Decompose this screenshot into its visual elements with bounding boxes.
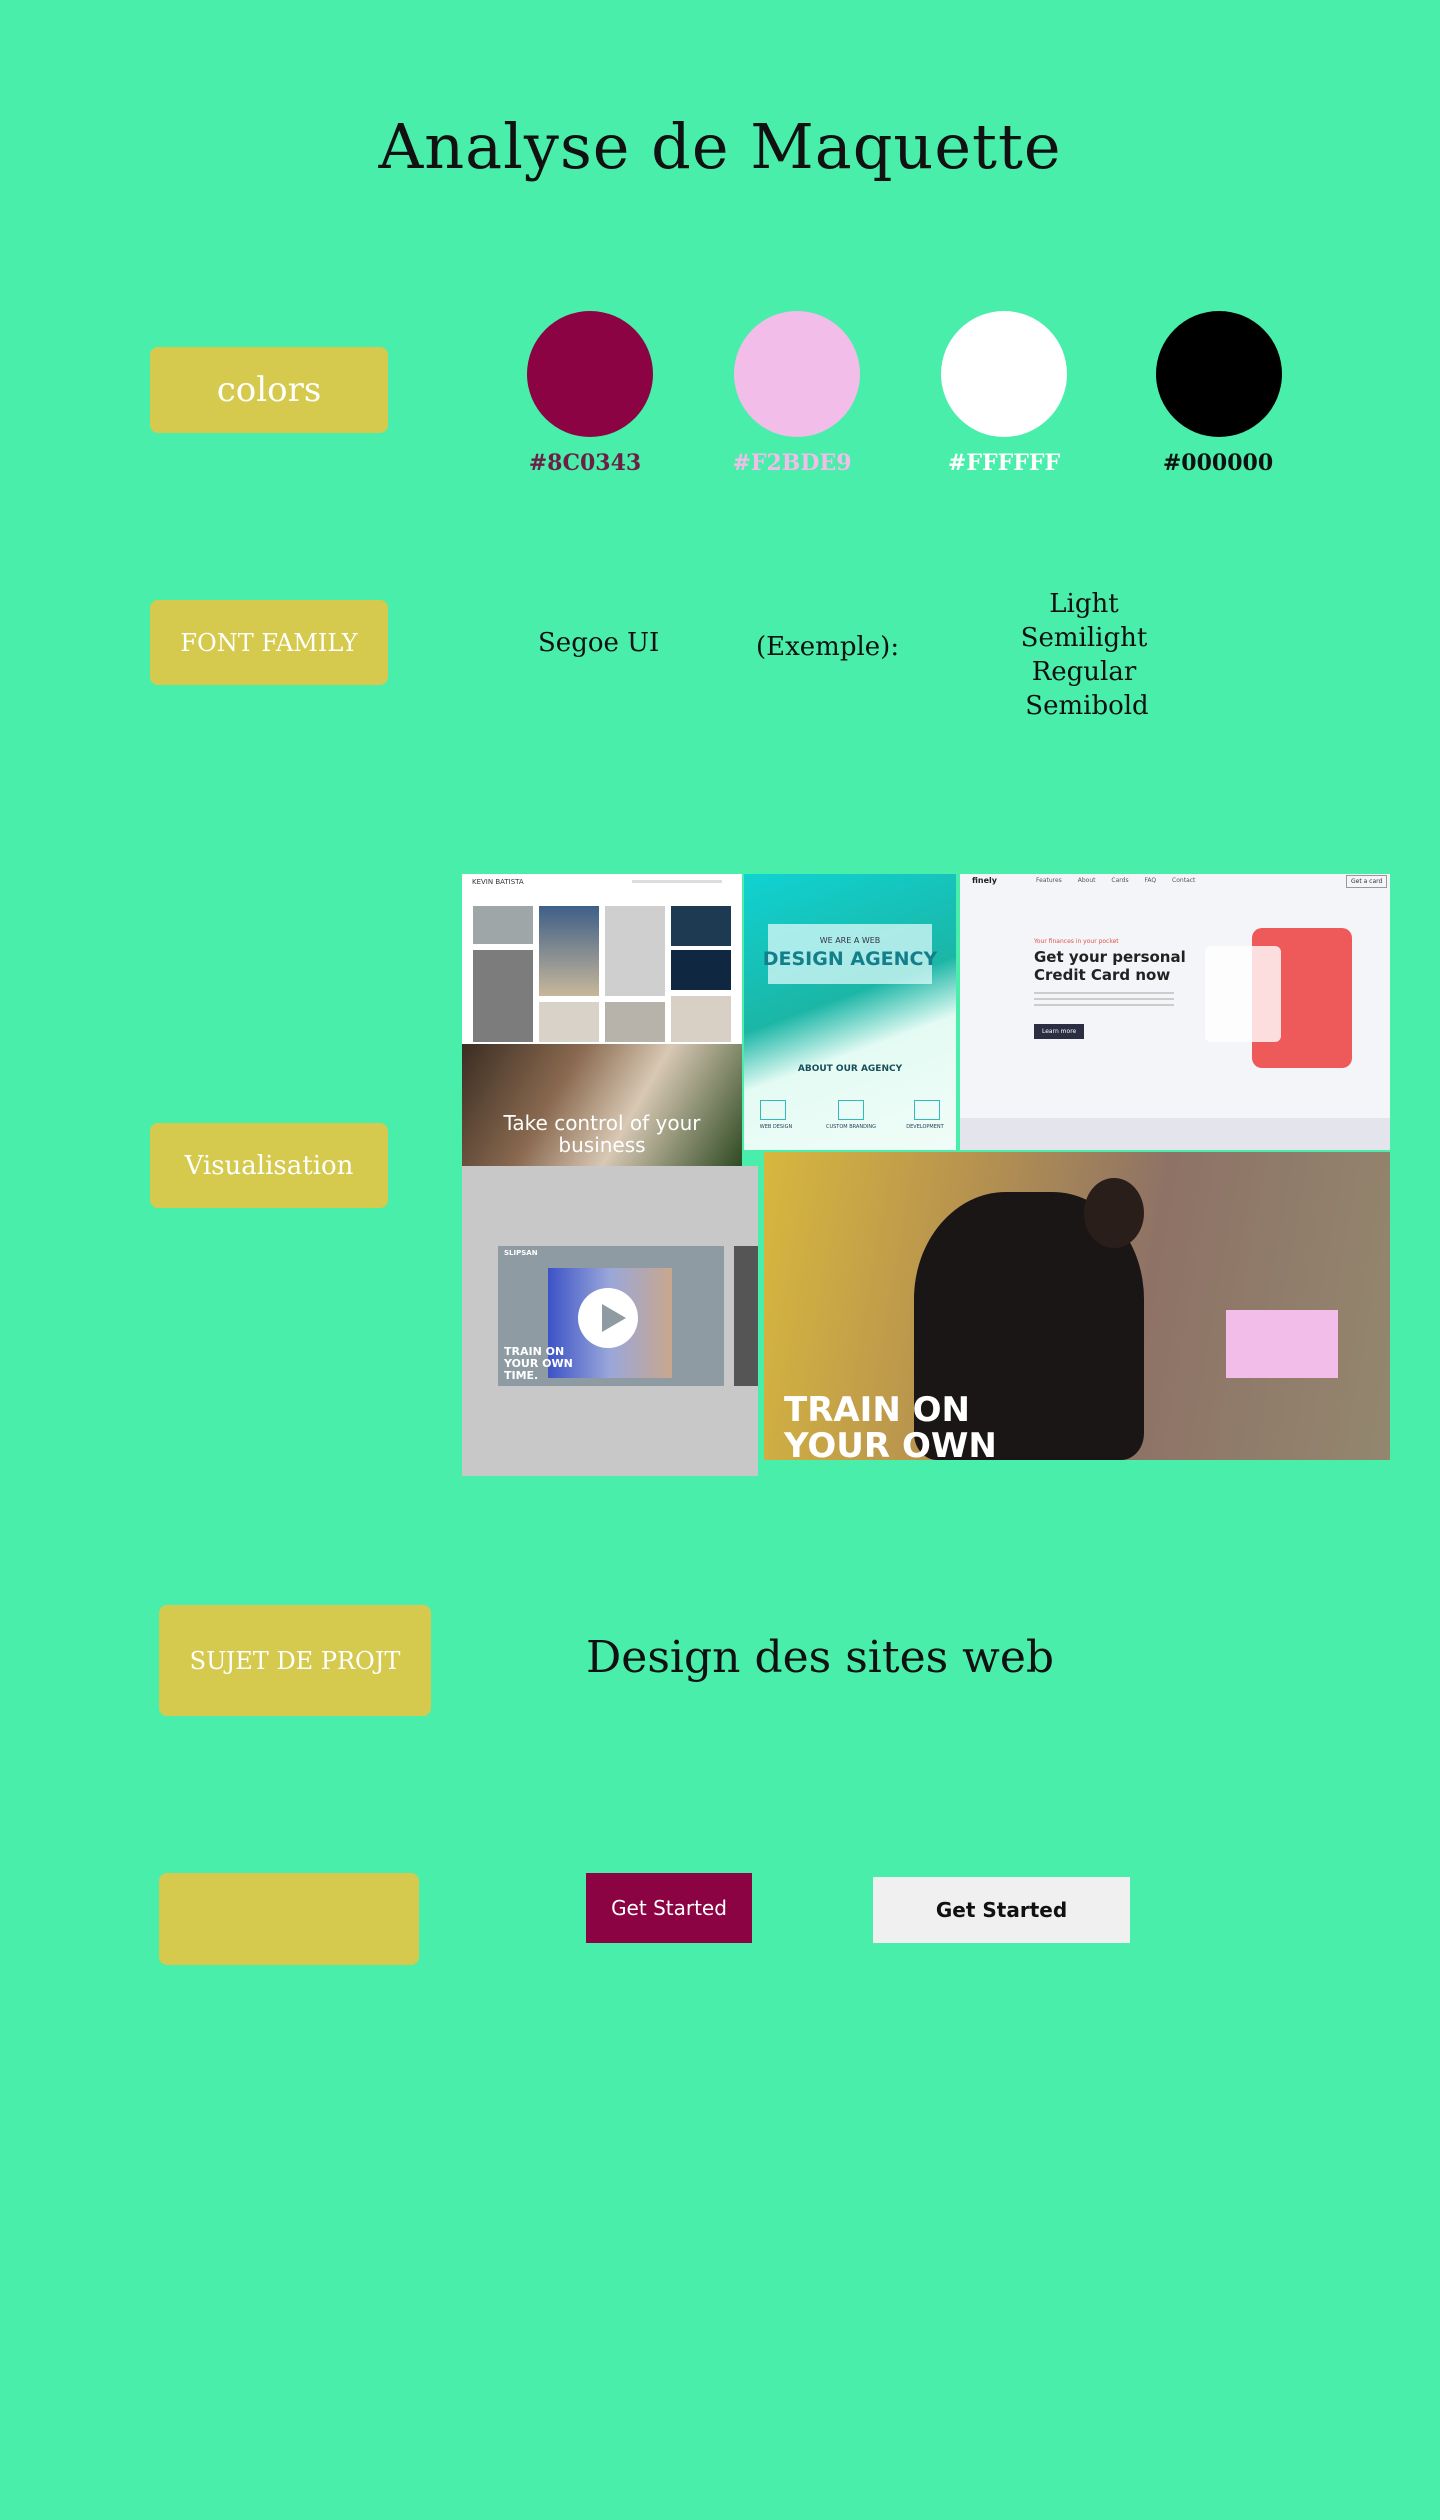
agency-service: DEVELOPMENT: [906, 1124, 944, 1130]
portfolio-screenshot: KEVIN BATISTA Take control of your busin…: [462, 874, 742, 1166]
finely-body: [1034, 992, 1174, 1010]
font-weight-semilight: Semilight: [1020, 623, 1148, 653]
hex-label-burgundy: #8C0343: [528, 450, 642, 476]
hex-label-white: #FFFFFF: [947, 450, 1061, 476]
font-weight-regular: Regular: [1031, 657, 1137, 687]
finely-cta[interactable]: Get a card: [1346, 875, 1388, 888]
portfolio-name: KEVIN BATISTA: [472, 878, 524, 886]
swatch-black: [1156, 311, 1282, 437]
agency-heading: DESIGN AGENCY: [762, 948, 938, 970]
agency-title: WE ARE A WEB: [819, 936, 881, 945]
project-subject: Design des sites web: [586, 1632, 1055, 1683]
font-weight-semibold: Semibold: [1025, 691, 1149, 721]
train-screenshot: TRAIN ON YOUR OWN TIME: [764, 1152, 1390, 1460]
fitness-side-panel: [734, 1246, 758, 1386]
finely-nav-item[interactable]: Features: [1036, 877, 1062, 884]
credit-card-white: [1205, 946, 1281, 1042]
play-button[interactable]: [578, 1288, 638, 1348]
hex-label-black: #000000: [1162, 450, 1274, 476]
finely-brand: finely: [972, 876, 998, 885]
portfolio-photo: [671, 996, 731, 1042]
fitness-caption: TRAIN ON YOUR OWN TIME.: [504, 1345, 573, 1382]
get-started-secondary-button[interactable]: Get Started: [873, 1877, 1130, 1943]
font-weights-list: Light Semilight Regular Semibold: [984, 587, 1184, 723]
agency-screenshot: WE ARE A WEB DESIGN AGENCY ABOUT OUR AGE…: [744, 874, 956, 1150]
sujet-label: SUJET DE PROJT: [159, 1605, 431, 1716]
portfolio-photo: [671, 906, 731, 946]
agency-about: ABOUT OUR AGENCY: [797, 1064, 903, 1074]
finely-nav-item[interactable]: FAQ: [1145, 877, 1157, 884]
agency-service-icon: [914, 1100, 940, 1120]
swatch-burgundy: [527, 311, 653, 437]
athlete-head: [1084, 1178, 1144, 1248]
agency-service-icon: [838, 1100, 864, 1120]
swatch-white: [941, 311, 1067, 437]
finely-screenshot: finely Features About Cards FAQ Contact …: [960, 874, 1390, 1150]
font-example: (Exemple):: [756, 632, 900, 662]
finely-nav-item[interactable]: Cards: [1111, 877, 1128, 884]
font-family-label: FONT FAMILY: [150, 600, 388, 685]
finely-nav-item[interactable]: Contact: [1172, 877, 1195, 884]
agency-service: CUSTOM BRANDING: [825, 1124, 877, 1130]
agency-service-icon: [760, 1100, 786, 1120]
train-caption: TRAIN ON YOUR OWN TIME: [784, 1390, 997, 1460]
portfolio-photo: [605, 1002, 665, 1042]
visualisation-collage: KEVIN BATISTA Take control of your busin…: [462, 874, 1390, 1476]
font-weight-light: Light: [1049, 589, 1119, 619]
portfolio-photo: [473, 906, 533, 944]
pink-block: [1226, 1310, 1338, 1378]
portfolio-photo: [671, 950, 731, 990]
hex-label-pink: #F2BDE9: [732, 450, 852, 476]
agency-service: WEB DESIGN: [759, 1124, 793, 1130]
buttons-label: [159, 1873, 419, 1965]
finely-nav: Features About Cards FAQ Contact: [1036, 877, 1195, 884]
get-started-primary-button[interactable]: Get Started: [586, 1873, 752, 1943]
swatch-pink: [734, 311, 860, 437]
play-icon: [602, 1304, 626, 1332]
colors-label: colors: [150, 347, 388, 433]
portfolio-photo: [473, 950, 533, 1042]
page-title: Analyse de Maquette: [378, 110, 1062, 183]
fitness-brand: SLIPSAN: [504, 1249, 538, 1257]
finely-small: Your finances in your pocket: [1034, 938, 1119, 945]
portfolio-photo: [605, 906, 665, 996]
portfolio-photo: [539, 1002, 599, 1042]
font-name: Segoe UI: [538, 628, 660, 658]
portfolio-photo: [539, 906, 599, 996]
portfolio-caption: Take control of your business: [503, 1111, 701, 1157]
finely-nav-item[interactable]: About: [1078, 877, 1096, 884]
finely-heading: Get your personal Credit Card now: [1034, 948, 1186, 984]
finely-logo-strip: [960, 1118, 1390, 1150]
visualisation-label: Visualisation: [150, 1123, 388, 1208]
finely-button[interactable]: Learn more: [1034, 1024, 1085, 1039]
fitness-screenshot: SLIPSAN TRAIN ON YOUR OWN TIME.: [462, 1166, 758, 1476]
portfolio-nav: [632, 880, 722, 883]
